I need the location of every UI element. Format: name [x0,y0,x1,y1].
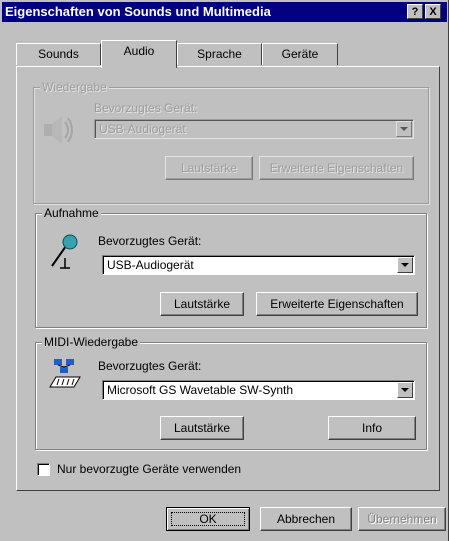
playback-advanced-button[interactable]: Erweiterte Eigenschaften [259,156,414,180]
tab-geraete[interactable]: Geräte [262,43,338,65]
midi-volume-button[interactable]: Lautstärke [160,416,244,440]
midi-device-value: Microsoft GS Wavetable SW-Synth [107,383,294,397]
recording-group-label: Aufnahme [42,206,101,220]
playback-device-select[interactable]: USB-Audiogerät [94,119,414,139]
tab-sprache[interactable]: Sprache [177,43,262,65]
midi-group: MIDI-Wiedergabe Bevorzugtes Gerät: Micro… [35,335,427,450]
playback-preferred-label: Bevorzugtes Gerät: [94,101,198,115]
tab-audio[interactable]: Audio [101,40,177,68]
tab-sounds[interactable]: Sounds [16,43,101,65]
cancel-button[interactable]: Abbrechen [260,507,352,531]
preferred-only-checkbox[interactable] [37,463,50,476]
recording-group: Aufnahme Bevorzugtes Gerät: USB-Audioger… [35,206,427,328]
recording-device-value: USB-Audiogerät [107,258,194,272]
playback-volume-button[interactable]: Lautstärke [165,156,253,180]
chevron-down-icon[interactable] [397,257,413,273]
playback-group: Wiedergabe Bevorzugtes Gerät: USB-Audiog… [33,80,429,204]
properties-dialog: Eigenschaften von Sounds und Multimedia … [0,0,449,541]
chevron-down-icon[interactable] [397,382,413,398]
window-title: Eigenschaften von Sounds und Multimedia [5,4,271,19]
microphone-icon [51,234,78,269]
recording-volume-button[interactable]: Lautstärke [160,292,244,316]
tab-page-audio: Wiedergabe Bevorzugtes Gerät: USB-Audiog… [16,66,440,491]
midi-device-select[interactable]: Microsoft GS Wavetable SW-Synth [102,380,415,400]
close-button[interactable]: X [425,4,441,19]
preferred-only-label[interactable]: Nur bevorzugte Geräte verwenden [57,462,241,476]
playback-group-label: Wiedergabe [40,80,109,94]
recording-preferred-label: Bevorzugtes Gerät: [98,234,202,248]
ok-button[interactable]: OK [166,507,250,531]
midi-group-label: MIDI-Wiedergabe [42,335,141,349]
focus-rect [171,512,245,526]
title-bar[interactable]: Eigenschaften von Sounds und Multimedia … [2,2,447,22]
playback-device-value: USB-Audiogerät [99,122,186,136]
chevron-down-icon[interactable] [396,121,412,137]
help-button[interactable]: ? [407,4,423,19]
midi-keyboard-icon [49,359,81,388]
recording-device-select[interactable]: USB-Audiogerät [102,255,415,275]
midi-preferred-label: Bevorzugtes Gerät: [98,359,202,373]
apply-button[interactable]: Übernehmen [358,507,446,531]
recording-advanced-button[interactable]: Erweiterte Eigenschaften [256,292,418,316]
midi-info-button[interactable]: Info [328,416,416,440]
speaker-icon [44,116,73,144]
